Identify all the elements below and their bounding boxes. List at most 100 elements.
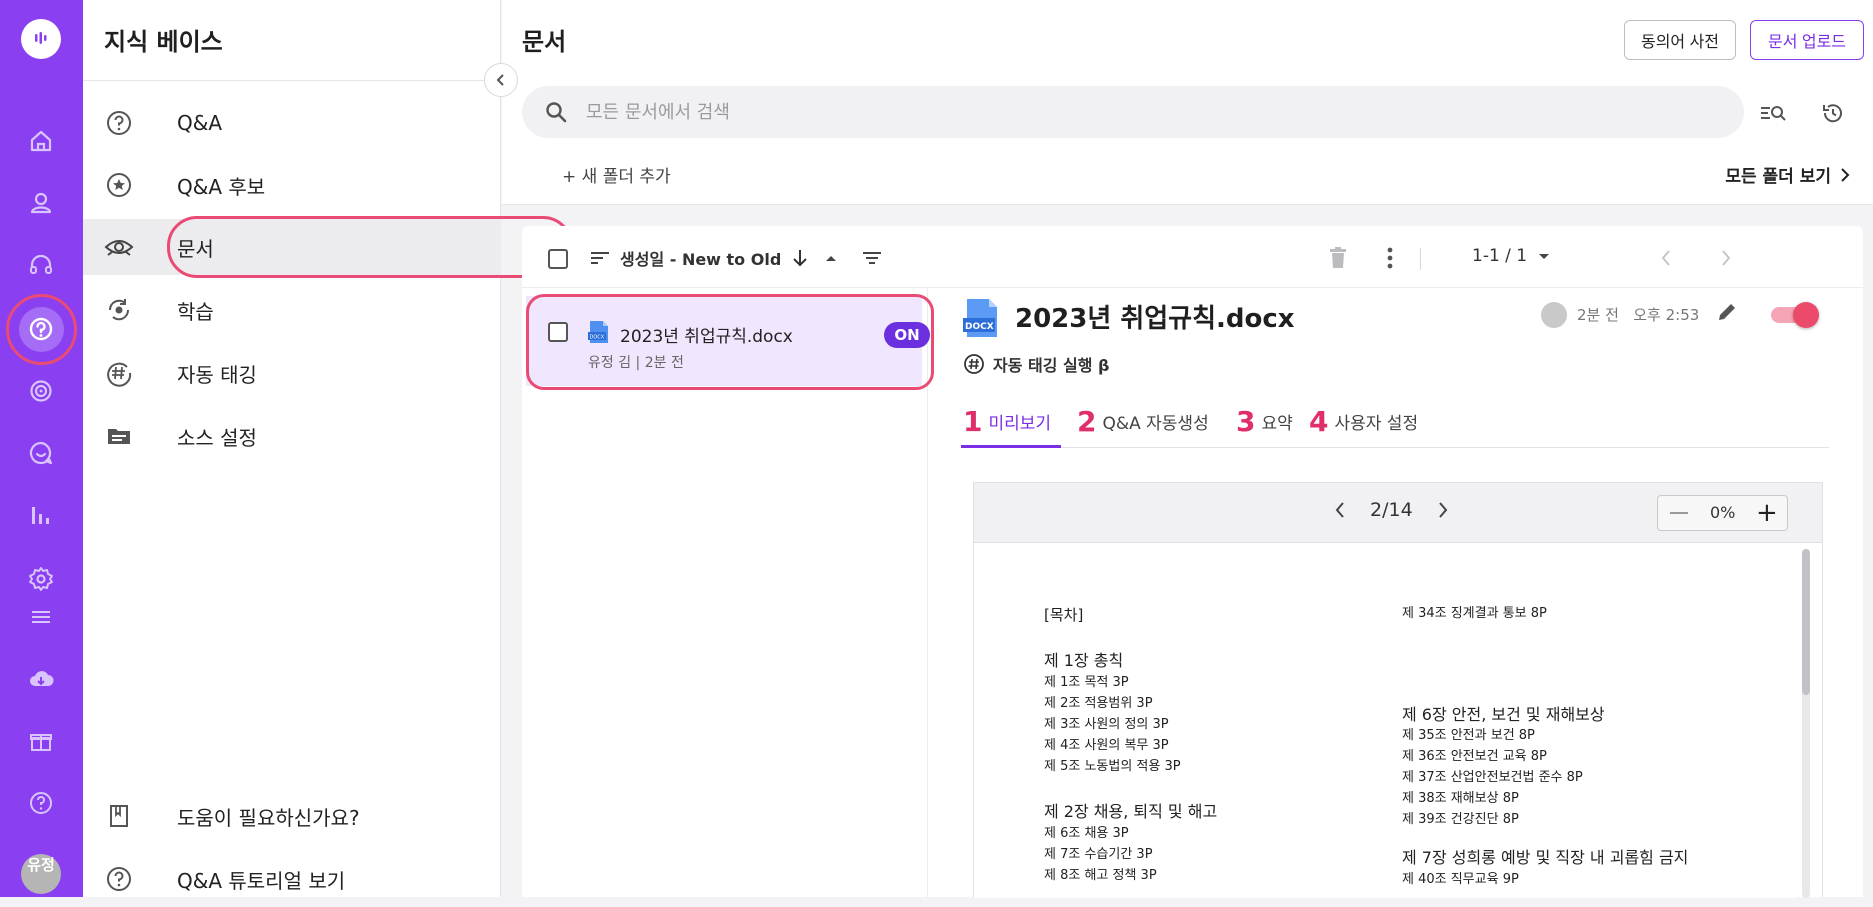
prev-page-icon[interactable] (1334, 501, 1346, 519)
owner-avatar (1541, 302, 1567, 328)
toggle-knob (1793, 302, 1819, 328)
docx-file-icon: DOCX (963, 299, 997, 337)
tab-user-settings[interactable]: 4 사용자 설정 (1309, 394, 1418, 448)
sort-control[interactable]: 생성일 - New to Old (590, 246, 843, 270)
tab-label: 사용자 설정 (1334, 413, 1419, 434)
pagination[interactable]: 1-1 / 1 (1472, 246, 1551, 266)
edit-icon[interactable] (1715, 300, 1739, 328)
tab-summary[interactable]: 3 요약 (1236, 394, 1293, 448)
toc-entry: 제 4조 사원의 복무 3P (1044, 738, 1169, 753)
scrollbar-thumb[interactable] (1802, 549, 1810, 695)
document-meta: 유정 김 | 2분 전 (588, 355, 684, 371)
caret-down-icon (1539, 254, 1550, 259)
pagination-label: 1-1 / 1 (1472, 246, 1528, 266)
upload-document-button[interactable]: 문서 업로드 (1750, 20, 1864, 60)
toc-entry: 제 3조 사원의 정의 3P (1044, 717, 1169, 732)
toc-entry: 제 40조 직무교육 9P (1402, 872, 1519, 887)
chevron-left-icon (496, 74, 504, 86)
hashtag-circle-icon (964, 354, 984, 374)
zoom-out-button[interactable] (1670, 512, 1688, 514)
sidebar-item-label: Q&A (177, 111, 223, 135)
app-rail: 유정 (0, 0, 83, 897)
view-all-folders-button[interactable]: 모든 폴더 보기 (1725, 162, 1851, 187)
view-all-folders-label: 모든 폴더 보기 (1725, 167, 1831, 187)
prev-page-icon[interactable] (1652, 244, 1680, 272)
search-input[interactable] (586, 98, 1686, 126)
time-relative: 2분 전 (1577, 306, 1619, 324)
document-page: [목차] 제 1장 총칙 제 1조 목적 3P 제 2조 적용범위 3P 제 3… (974, 544, 1796, 898)
analytics-icon[interactable] (24, 498, 58, 532)
document-list: DOCX 2023년 취업규칙.docx 유정 김 | 2분 전 ON (522, 288, 934, 897)
run-auto-tagging-button[interactable]: 자동 태깅 실행 β (963, 352, 1109, 376)
add-folder-button[interactable]: + 새 폴더 추가 (562, 162, 671, 187)
zoom-level: 0% (1710, 503, 1736, 522)
tab-qa-autogen[interactable]: 2 Q&A 자동생성 (1077, 394, 1209, 448)
sidebar-item-auto-tagging[interactable]: 자동 태깅 (83, 345, 501, 401)
next-page-icon[interactable] (1712, 244, 1740, 272)
preview-toolbar: 2/14 0% + (974, 483, 1822, 543)
sidebar-item-documents[interactable]: 문서 (83, 219, 501, 275)
toc-entry: 제 39조 건강진단 8P (1402, 812, 1519, 827)
advanced-search-icon[interactable] (1758, 98, 1788, 128)
user-icon[interactable] (24, 186, 58, 220)
sidebar-item-label: Q&A 후보 (177, 174, 266, 199)
app-logo-icon[interactable] (21, 19, 61, 59)
cloud-download-icon[interactable] (24, 662, 58, 696)
more-options-icon[interactable] (1376, 244, 1404, 272)
help-label: 도움이 필요하신가요? (177, 805, 360, 830)
help-link[interactable]: 도움이 필요하신가요? (83, 788, 501, 844)
time-absolute: 오후 2:53 (1633, 306, 1700, 324)
zoom-in-button[interactable]: + (1756, 500, 1778, 526)
detail-tabs: 1 미리보기 2 Q&A 자동생성 3 요약 4 사용자 설정 (961, 394, 1829, 448)
tab-preview[interactable]: 1 미리보기 (963, 394, 1051, 448)
headset-icon[interactable] (24, 248, 58, 282)
zoom-control: 0% + (1657, 495, 1788, 531)
gift-icon[interactable] (24, 724, 58, 758)
tab-number-annotation: 1 (963, 404, 983, 438)
trash-icon[interactable] (1324, 244, 1352, 272)
tab-label: 요약 (1261, 413, 1293, 434)
chevron-right-icon (1841, 167, 1850, 182)
toc-entry: 제 36조 안전보건 교육 8P (1402, 749, 1547, 764)
folder-icon (103, 420, 135, 452)
history-icon[interactable] (1818, 98, 1848, 128)
toc-entry: 제 35조 안전과 보건 8P (1402, 728, 1535, 743)
documents-card: 생성일 - New to Old 1-1 / 1 DOCX 2023년 취업규칙… (522, 226, 1863, 898)
sidebar-item-learning[interactable]: 학습 (83, 282, 501, 338)
synonym-dictionary-button[interactable]: 동의어 사전 (1624, 20, 1736, 60)
help-icon[interactable] (24, 786, 58, 820)
toc-entry: 제 8조 해고 정책 3P (1044, 868, 1157, 883)
docx-file-icon: DOCX (588, 321, 608, 343)
tutorial-link[interactable]: Q&A 튜토리얼 보기 (83, 851, 501, 907)
filter-icon[interactable] (858, 244, 886, 272)
sidebar-item-source-settings[interactable]: 소스 설정 (83, 408, 501, 464)
toc-entry: [목차] (1044, 606, 1084, 624)
settings-icon[interactable] (24, 562, 58, 596)
svg-text:DOCX: DOCX (965, 322, 994, 332)
select-all-checkbox[interactable] (548, 249, 568, 269)
caret-down-icon (826, 256, 837, 261)
hashtag-circle-icon (103, 357, 135, 389)
home-icon[interactable] (24, 124, 58, 158)
page-navigation: 2/14 (1334, 499, 1449, 521)
toc-entry: 제 6조 채용 3P (1044, 826, 1129, 841)
toc-chapter: 제 2장 채용, 퇴직 및 해고 (1044, 802, 1218, 821)
menu-icon[interactable] (24, 600, 58, 634)
target-icon[interactable] (24, 374, 58, 408)
toc-chapter: 제 1장 총칙 (1044, 651, 1124, 670)
chat-icon[interactable] (24, 436, 58, 470)
eye-icon (103, 231, 135, 263)
next-page-icon[interactable] (1437, 501, 1449, 519)
sidebar-item-qa[interactable]: Q&A (83, 95, 501, 151)
toc-entry: 제 38조 재해보상 8P (1402, 791, 1519, 806)
knowledge-base-icon[interactable] (24, 312, 58, 346)
preview-scrollbar[interactable] (1802, 549, 1810, 898)
collapse-sidebar-button[interactable] (484, 63, 518, 97)
sidebar-item-qa-candidates[interactable]: Q&A 후보 (83, 157, 501, 213)
document-enabled-toggle[interactable] (1771, 302, 1819, 328)
list-item[interactable]: DOCX 2023년 취업규칙.docx 유정 김 | 2분 전 ON (526, 296, 930, 386)
sort-icon (591, 252, 609, 264)
document-checkbox[interactable] (548, 322, 568, 342)
toolbar-divider (1420, 248, 1421, 270)
user-avatar[interactable]: 유정 (21, 854, 61, 894)
